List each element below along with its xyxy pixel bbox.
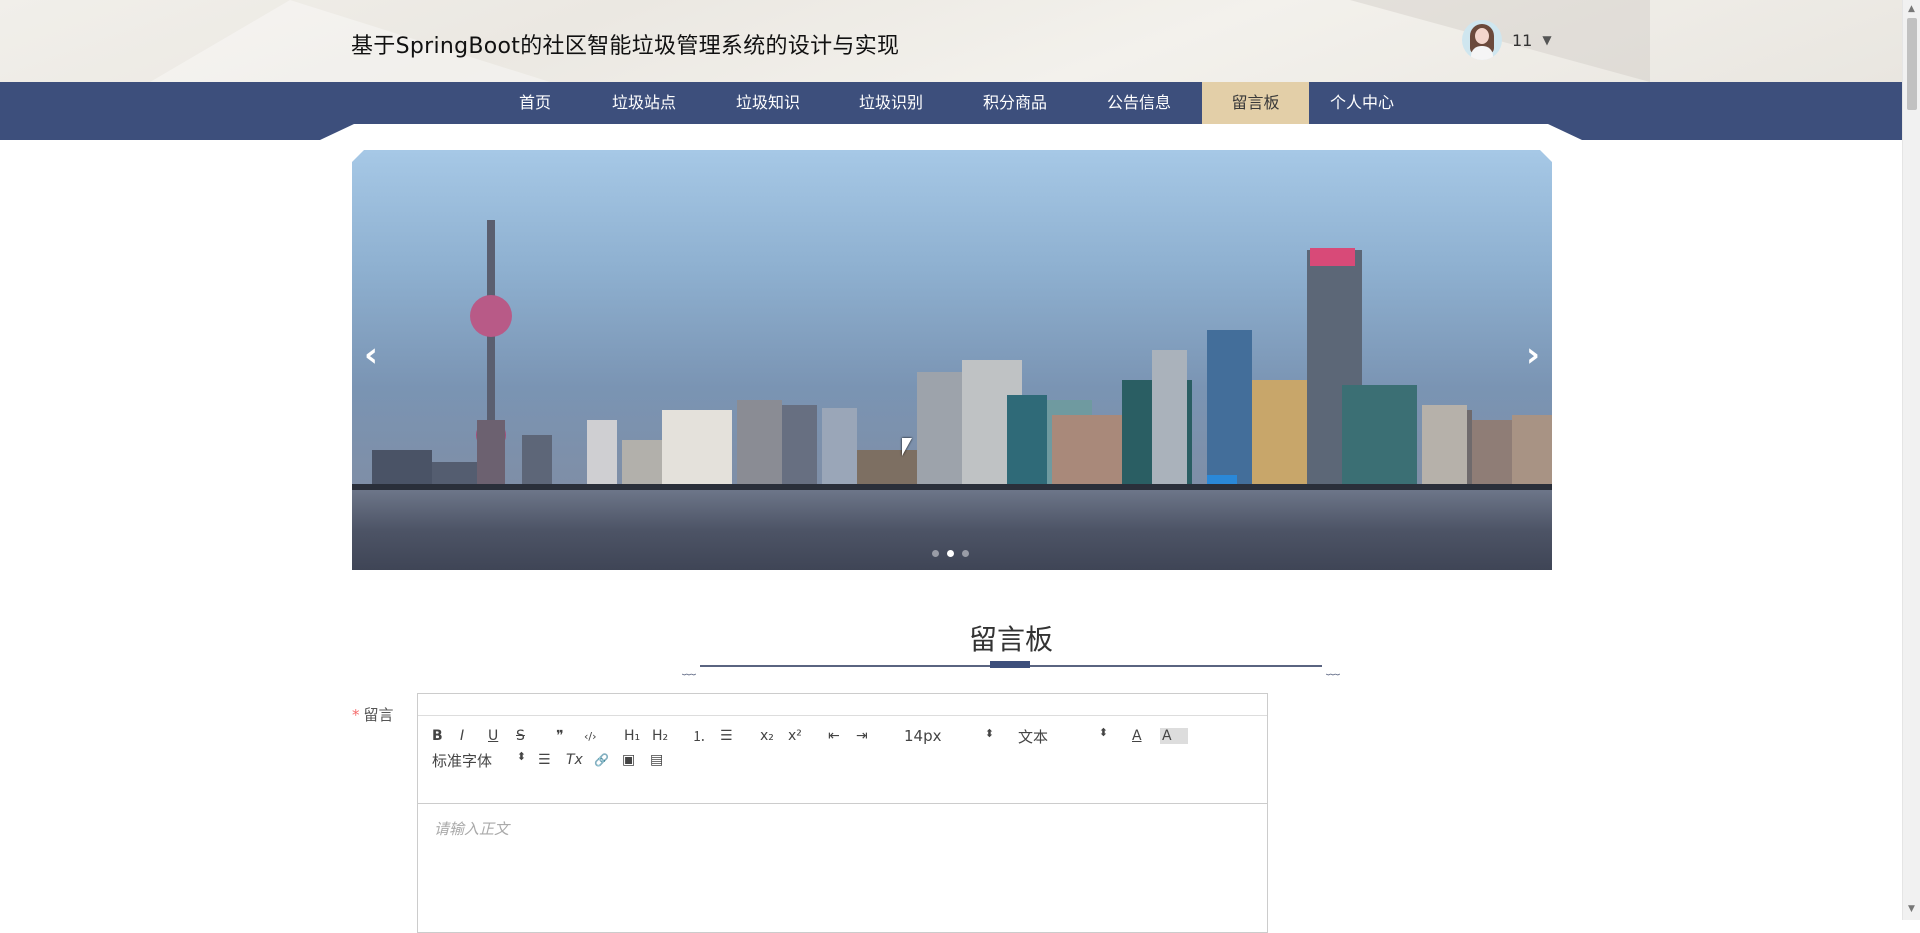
- editor-toolbar: B I U S ❞ ‹/› H₁ H₂ ⒈ ☰ x₂ x² ⇤ ⇥ 14px ⬍: [418, 716, 1267, 804]
- font-family-select[interactable]: 标准字体 ⬍: [432, 750, 526, 771]
- carousel-next-button[interactable]: ›: [1526, 335, 1540, 375]
- carousel-dot[interactable]: [932, 550, 939, 557]
- text-style-select[interactable]: 文本 ⬍: [1018, 726, 1108, 747]
- site-title: 基于SpringBoot的社区智能垃圾管理系统的设计与实现: [351, 34, 900, 59]
- ordered-list-button[interactable]: ⒈: [692, 726, 720, 746]
- nav-item-points-goods[interactable]: 积分商品: [972, 82, 1058, 124]
- clear-format-button[interactable]: Tx: [566, 752, 594, 768]
- subscript-button[interactable]: x₂: [760, 728, 788, 744]
- indent-button[interactable]: ⇥: [856, 728, 884, 744]
- page-title: 留言板: [968, 623, 1053, 656]
- nav-items: 首页 垃圾站点 垃圾知识 垃圾识别 积分商品 公告信息 留言板 个人中心: [0, 82, 1902, 124]
- user-name[interactable]: 11: [1512, 31, 1532, 50]
- editor-content[interactable]: 请输入正文: [418, 804, 1267, 853]
- tower-sphere: [470, 295, 512, 337]
- code-button[interactable]: ‹/›: [584, 730, 612, 743]
- required-mark: *: [352, 706, 360, 724]
- chevron-down-icon[interactable]: ▼: [1542, 33, 1551, 47]
- font-color-button[interactable]: A: [1132, 728, 1160, 744]
- select-arrow-icon: ⬍: [516, 749, 526, 763]
- site-header: 基于SpringBoot的社区智能垃圾管理系统的设计与实现 11 ▼: [0, 0, 1902, 82]
- scroll-down-icon[interactable]: ▼: [1908, 904, 1915, 914]
- font-size-select[interactable]: 14px ⬍: [904, 727, 994, 745]
- carousel-dot[interactable]: [947, 550, 954, 557]
- outdent-button[interactable]: ⇤: [828, 728, 856, 744]
- title-divider: ﹏ ﹏: [682, 661, 1340, 678]
- nav-item-recognition[interactable]: 垃圾识别: [848, 82, 934, 124]
- carousel-prev-button[interactable]: ‹: [364, 335, 378, 375]
- superscript-button[interactable]: x²: [788, 728, 816, 744]
- avatar[interactable]: [1462, 20, 1502, 60]
- select-arrow-icon: ⬍: [984, 727, 994, 740]
- bullet-list-button[interactable]: ☰: [720, 728, 748, 744]
- nav-item-profile[interactable]: 个人中心: [1319, 82, 1405, 124]
- nav-item-stations[interactable]: 垃圾站点: [601, 82, 687, 124]
- carousel-indicators: [932, 550, 969, 557]
- link-button[interactable]: 🔗: [594, 753, 622, 767]
- image-button[interactable]: ▣: [622, 752, 650, 768]
- page-scrollbar[interactable]: ▲ ▼: [1902, 0, 1920, 920]
- mouse-cursor-icon: [902, 438, 912, 456]
- banner-carousel[interactable]: ‹ ›: [352, 150, 1552, 570]
- rich-text-editor[interactable]: B I U S ❞ ‹/› H₁ H₂ ⒈ ☰ x₂ x² ⇤ ⇥ 14px ⬍: [417, 693, 1268, 933]
- nav-bottom-edge: [0, 124, 1902, 140]
- carousel-dot[interactable]: [962, 550, 969, 557]
- nav-item-announcements[interactable]: 公告信息: [1096, 82, 1182, 124]
- nav-item-home[interactable]: 首页: [503, 82, 567, 124]
- underline-button[interactable]: U: [488, 728, 516, 744]
- nav-item-message-board[interactable]: 留言板: [1202, 82, 1309, 124]
- video-button[interactable]: ▤: [650, 752, 678, 768]
- h2-button[interactable]: H₂: [652, 728, 680, 744]
- scroll-thumb[interactable]: [1907, 18, 1917, 110]
- h1-button[interactable]: H₁: [624, 728, 652, 744]
- nav-item-knowledge[interactable]: 垃圾知识: [725, 82, 811, 124]
- user-menu[interactable]: 11 ▼: [1462, 20, 1552, 60]
- scroll-up-icon[interactable]: ▲: [1908, 4, 1915, 14]
- strike-button[interactable]: S: [516, 728, 544, 744]
- quote-button[interactable]: ❞: [556, 728, 584, 744]
- italic-button[interactable]: I: [460, 728, 488, 744]
- align-button[interactable]: ☰: [538, 752, 566, 768]
- message-label: * 留言: [352, 706, 394, 724]
- select-arrow-icon: ⬍: [1098, 725, 1108, 739]
- bold-button[interactable]: B: [432, 728, 460, 744]
- background-color-button[interactable]: A: [1160, 728, 1188, 744]
